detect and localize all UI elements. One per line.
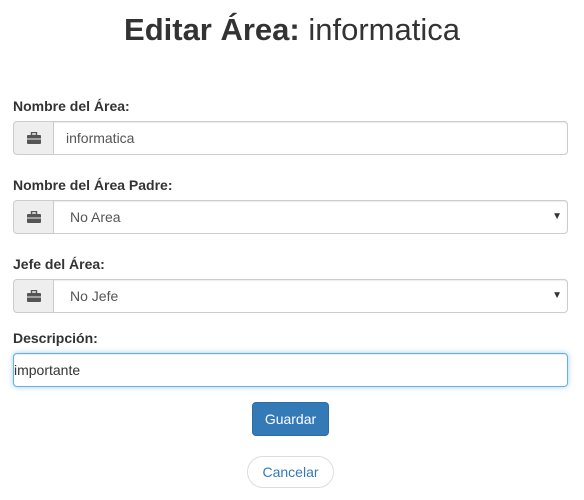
caret-down-icon: ▼ [552,211,562,222]
area-name-label: Nombre del Área: [13,98,130,114]
description-label: Descripción: [13,330,98,346]
briefcase-icon [13,279,53,313]
area-head-input-group: No Jefe ▼ [13,279,568,313]
save-button[interactable]: Guardar [252,402,329,436]
area-name-group: Nombre del Área: [13,97,568,155]
parent-area-label: Nombre del Área Padre: [13,177,173,193]
description-input[interactable] [13,353,568,387]
briefcase-icon [13,121,53,155]
area-head-label: Jefe del Área: [13,256,105,272]
cancel-button[interactable]: Cancelar [247,456,334,488]
area-head-selected-value: No Jefe [70,288,119,304]
parent-area-input-group: No Area ▼ [13,200,568,234]
parent-area-select[interactable]: No Area ▼ [53,200,568,234]
briefcase-icon [13,200,53,234]
area-head-group: Jefe del Área: No Jefe ▼ [13,255,568,313]
area-name-input[interactable] [53,121,568,155]
area-name-input-group [13,121,568,155]
parent-area-group: Nombre del Área Padre: No Area ▼ [13,176,568,234]
caret-down-icon: ▼ [552,290,562,301]
page-title-prefix: Editar Área: [124,12,300,47]
area-head-select[interactable]: No Jefe ▼ [53,279,568,313]
page-title-area-name: informatica [308,12,460,47]
description-group: Descripción: [13,329,568,387]
page-title: Editar Área: informatica [0,10,584,50]
parent-area-selected-value: No Area [70,209,121,225]
